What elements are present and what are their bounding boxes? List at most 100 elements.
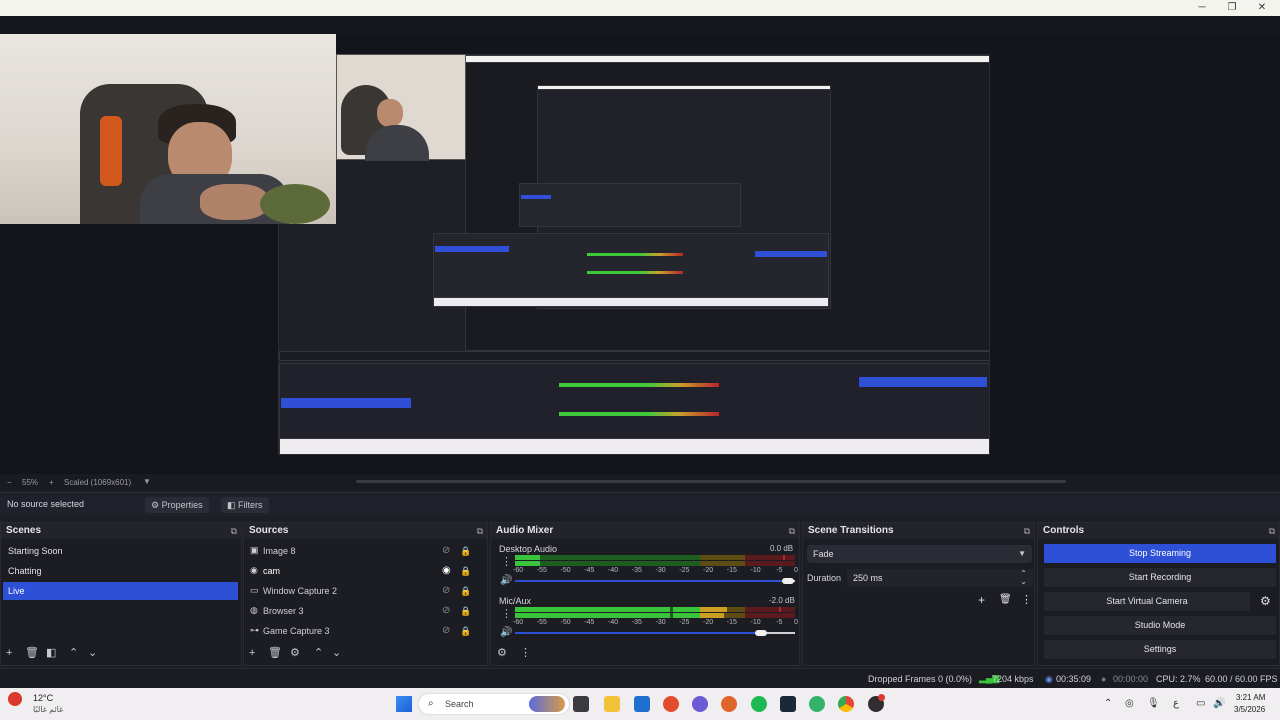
eye-hidden-icon[interactable]: ⊘ — [442, 602, 450, 620]
chevron-down-icon[interactable]: ⌄ — [88, 646, 97, 660]
zoom-in-button[interactable]: + — [49, 478, 54, 487]
duration-label: Duration — [807, 573, 842, 583]
eye-icon[interactable]: ◉ — [442, 562, 451, 580]
lock-icon[interactable]: 🔒 — [460, 622, 471, 640]
properties-button[interactable]: ⚙ Properties — [145, 497, 209, 513]
lock-icon[interactable]: 🔒 — [460, 602, 471, 620]
network-icon[interactable]: ◎ — [1125, 698, 1134, 709]
source-label: Window Capture 2 — [263, 586, 338, 596]
scenes-title: Scenes ⧉ — [1, 523, 241, 539]
lock-icon[interactable]: 🔒 — [460, 582, 471, 600]
eye-hidden-icon[interactable]: ⊘ — [442, 542, 450, 560]
source-item-game-capture-3[interactable]: ⊶ Game Capture 3 ⊘ 🔒 — [246, 622, 479, 640]
add-icon[interactable]: + — [6, 646, 12, 660]
add-icon[interactable]: + — [249, 646, 255, 660]
chrome-icon[interactable] — [838, 696, 854, 712]
scene-item-chatting[interactable]: Chatting — [3, 562, 238, 580]
clock-time[interactable]: 3:21 AM — [1236, 693, 1265, 702]
nested-panels-3 — [519, 183, 741, 227]
duration-input[interactable]: 250 ms ⌃ ⌄ — [847, 569, 1033, 587]
windows-start-icon[interactable] — [396, 696, 412, 712]
scale-dropdown[interactable]: Scaled (1069x601) — [64, 478, 131, 487]
advanced-audio-icon[interactable]: ⚙ — [497, 646, 507, 660]
dock-undock-icon[interactable]: ⧉ — [1024, 523, 1030, 539]
filters-label: Filters — [238, 500, 263, 510]
weather-text: غائم غالبًا — [33, 705, 64, 714]
source-label: Game Capture 3 — [263, 626, 330, 636]
chevron-down-icon[interactable]: ⌄ — [1020, 577, 1027, 586]
source-item-window-capture-2[interactable]: ▭ Window Capture 2 ⊘ 🔒 — [246, 582, 479, 600]
chevron-up-icon[interactable]: ⌃ — [69, 646, 78, 660]
settings-button[interactable]: Settings — [1044, 640, 1276, 659]
channel-menu-icon[interactable]: ⋮ — [501, 555, 512, 568]
mic-icon[interactable]: 🎙 — [1147, 698, 1160, 709]
webcam-feed — [0, 34, 336, 224]
chevron-down-icon[interactable]: ⌄ — [332, 646, 341, 660]
speaker-icon[interactable]: 🔊 — [500, 627, 512, 638]
fps: 60.00 / 60.00 FPS — [1205, 674, 1278, 684]
cpu-usage: CPU: 2.7% — [1156, 674, 1201, 684]
filter-icon[interactable]: ◧ — [46, 646, 56, 660]
preview-canvas[interactable] — [0, 34, 1280, 474]
source-item-image-8[interactable]: ▣ Image 8 ⊘ 🔒 — [246, 542, 479, 560]
start-virtual-camera-button[interactable]: Start Virtual Camera — [1044, 592, 1250, 611]
preview-horizontal-scrollbar[interactable] — [356, 480, 1066, 483]
meter-bg — [700, 561, 745, 566]
volume-slider-knob[interactable] — [755, 630, 767, 636]
chevron-down-icon[interactable]: ▼ — [143, 477, 151, 486]
app-icon-red[interactable] — [663, 696, 679, 712]
tray-chevron-up-icon[interactable]: ⌃ — [1104, 698, 1112, 709]
eye-hidden-icon[interactable]: ⊘ — [442, 622, 450, 640]
weather-icon[interactable] — [8, 692, 22, 706]
gear-icon[interactable]: ⚙ — [290, 646, 300, 660]
dock-undock-icon[interactable]: ⧉ — [231, 523, 237, 539]
task-view-icon[interactable] — [573, 696, 589, 712]
messenger-icon[interactable] — [692, 696, 708, 712]
spotify-icon[interactable] — [751, 696, 767, 712]
bitrate: 7204 kbps — [992, 674, 1034, 684]
stop-streaming-button[interactable]: Stop Streaming — [1044, 544, 1276, 563]
mixer-menu-icon[interactable]: ⋮ — [520, 646, 531, 660]
steam-icon[interactable] — [780, 696, 796, 712]
start-recording-button[interactable]: Start Recording — [1044, 568, 1276, 587]
gear-icon[interactable]: ⚙ — [1260, 594, 1271, 608]
file-explorer-icon[interactable] — [604, 696, 620, 712]
chevron-up-icon[interactable]: ⌃ — [314, 646, 323, 660]
trash-icon[interactable]: 🗑 — [999, 594, 1012, 605]
transition-menu-icon[interactable]: ⋮ — [1021, 593, 1032, 606]
source-item-browser-3[interactable]: ◍ Browser 3 ⊘ 🔒 — [246, 602, 479, 620]
trash-icon[interactable]: 🗑 — [25, 646, 39, 660]
meter-peak — [779, 607, 781, 612]
studio-mode-button[interactable]: Studio Mode — [1044, 616, 1276, 635]
lock-icon[interactable]: 🔒 — [460, 562, 471, 580]
scene-item-starting-soon[interactable]: Starting Soon — [3, 542, 238, 560]
weather-temp[interactable]: 12°C — [33, 693, 53, 703]
channel-menu-icon[interactable]: ⋮ — [501, 607, 512, 620]
app-icon-green[interactable] — [809, 696, 825, 712]
clock-date[interactable]: 3/5/2026 — [1234, 705, 1265, 714]
dock-undock-icon[interactable]: ⧉ — [789, 523, 795, 539]
add-icon[interactable]: + — [978, 593, 985, 607]
volume-icon[interactable]: 🔊 — [1213, 698, 1225, 709]
volume-slider-knob[interactable] — [782, 578, 794, 584]
minimize-button[interactable]: ─ — [1192, 2, 1212, 14]
language-indicator[interactable]: ع — [1173, 698, 1179, 709]
dock-undock-icon[interactable]: ⧉ — [1269, 523, 1275, 539]
zoom-out-button[interactable]: − — [7, 478, 12, 487]
maximize-button[interactable]: ❐ — [1222, 2, 1242, 14]
transition-select[interactable]: Fade ▼ — [807, 545, 1032, 563]
scene-item-live[interactable]: Live — [3, 582, 238, 600]
eye-hidden-icon[interactable]: ⊘ — [442, 582, 450, 600]
trash-icon[interactable]: 🗑 — [268, 646, 282, 660]
store-icon[interactable] — [634, 696, 650, 712]
filters-button[interactable]: ◧ Filters — [221, 497, 269, 513]
taskbar-search[interactable]: ⌕ Search — [418, 693, 570, 715]
source-item-cam[interactable]: ◉ cam ◉ 🔒 — [246, 562, 479, 580]
monitor-icon[interactable]: ▭ — [1196, 698, 1205, 709]
close-button[interactable]: ✕ — [1252, 2, 1272, 14]
speaker-icon[interactable]: 🔊 — [500, 575, 512, 586]
lock-icon[interactable]: 🔒 — [460, 542, 471, 560]
dock-undock-icon[interactable]: ⧉ — [477, 523, 483, 539]
browser-orange-icon[interactable] — [721, 696, 737, 712]
search-placeholder: Search — [445, 699, 474, 709]
